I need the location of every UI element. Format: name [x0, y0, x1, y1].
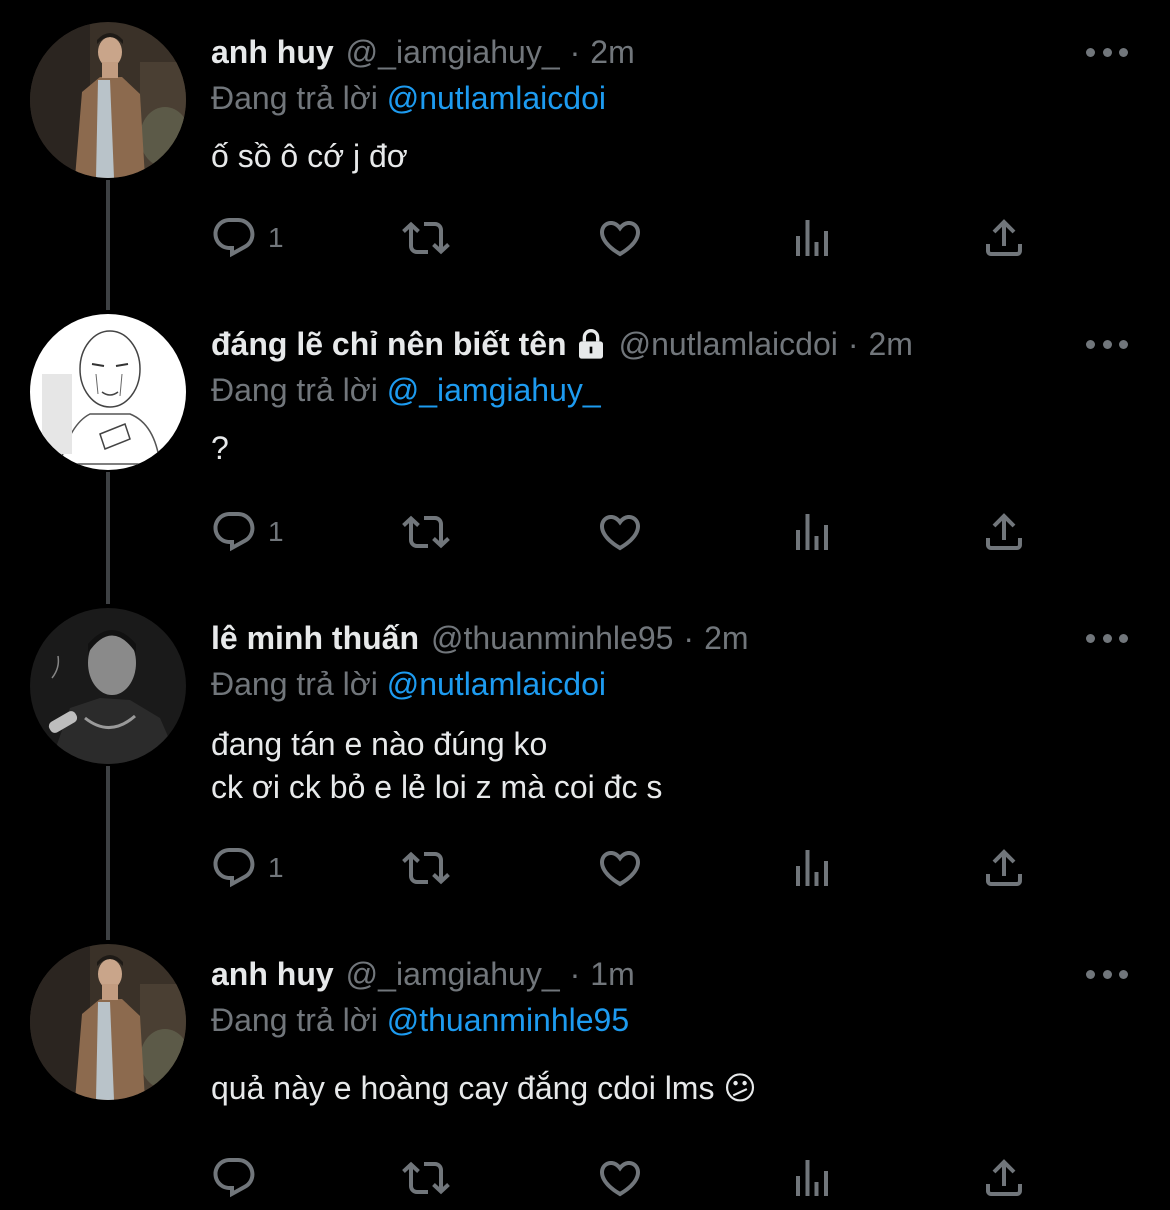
share-icon: [980, 214, 1028, 262]
like-button[interactable]: [596, 1150, 644, 1206]
more-icon[interactable]: [1086, 962, 1128, 986]
action-bar: [210, 1150, 1040, 1206]
views-icon: [788, 844, 836, 892]
views-icon: [788, 214, 836, 262]
share-button[interactable]: [980, 1150, 1028, 1206]
reply-count: 1: [268, 852, 284, 883]
views-button[interactable]: [788, 504, 836, 560]
action-bar: 1: [210, 210, 1040, 266]
action-bar: 1: [210, 504, 1040, 560]
share-icon: [980, 1154, 1028, 1202]
share-icon: [980, 508, 1028, 556]
reply-icon: [210, 508, 258, 556]
separator-dot: ·: [569, 34, 581, 70]
reply-icon: [210, 1154, 258, 1202]
mention-link[interactable]: @nutlamlaicdoi: [387, 666, 606, 702]
separator-dot: ·: [569, 956, 581, 992]
more-icon[interactable]: [1086, 332, 1128, 356]
views-icon: [788, 1154, 836, 1202]
share-button[interactable]: [980, 504, 1028, 560]
tweet[interactable]: đáng lẽ chỉ nên biết tên @nutlamlaicdoi …: [0, 314, 1170, 584]
retweet-button[interactable]: [402, 1150, 450, 1206]
replying-to-label: Đang trả lời: [211, 80, 378, 116]
reply-icon: [210, 844, 258, 892]
user-handle[interactable]: @nutlamlaicdoi: [619, 322, 838, 366]
more-icon[interactable]: [1086, 40, 1128, 64]
tweet-text: quả này e hoàng cay đắng cdoi lms 😕: [211, 1070, 757, 1106]
replying-to: Đang trả lời @nutlamlaicdoi: [211, 76, 606, 120]
tweet-text-line-2: ck ơi ck bỏ e lẻ loi z mà coi đc s: [211, 769, 663, 805]
tweet[interactable]: lê minh thuấn @thuanminhle95 · 2m Đang t…: [0, 608, 1170, 918]
display-name[interactable]: đáng lẽ chỉ nên biết tên: [211, 322, 567, 366]
tweet[interactable]: anh huy @_iamgiahuy_ · 2m Đang trả lời @…: [0, 22, 1170, 292]
tweet[interactable]: anh huy @_iamgiahuy_ · 1m Đang trả lời @…: [0, 944, 1170, 1210]
lock-icon: [578, 329, 603, 359]
reply-button[interactable]: 1: [210, 504, 284, 560]
reply-button[interactable]: [210, 1150, 258, 1206]
timestamp[interactable]: 2m: [590, 30, 634, 74]
retweet-button[interactable]: [402, 210, 450, 266]
reply-button[interactable]: 1: [210, 210, 284, 266]
like-icon: [596, 214, 644, 262]
separator-dot: ·: [847, 326, 859, 362]
mention-link[interactable]: @_iamgiahuy_: [387, 372, 601, 408]
share-icon: [980, 844, 1028, 892]
like-icon: [596, 844, 644, 892]
separator-dot: ·: [683, 620, 695, 656]
timestamp[interactable]: 1m: [590, 952, 634, 996]
retweet-icon: [402, 1154, 450, 1202]
views-button[interactable]: [788, 210, 836, 266]
replying-to-label: Đang trả lời: [211, 1002, 378, 1038]
display-name[interactable]: anh huy: [211, 30, 334, 74]
reply-count: 1: [268, 222, 284, 253]
retweet-icon: [402, 508, 450, 556]
replying-to: Đang trả lời @nutlamlaicdoi: [211, 662, 606, 706]
retweet-icon: [402, 214, 450, 262]
replying-to-label: Đang trả lời: [211, 372, 378, 408]
share-button[interactable]: [980, 210, 1028, 266]
replying-to: Đang trả lời @thuanminhle95: [211, 998, 629, 1042]
avatar[interactable]: [30, 314, 186, 470]
timestamp[interactable]: 2m: [704, 616, 748, 660]
like-icon: [596, 1154, 644, 1202]
mention-link[interactable]: @nutlamlaicdoi: [387, 80, 606, 116]
retweet-button[interactable]: [402, 840, 450, 896]
display-name[interactable]: anh huy: [211, 952, 334, 996]
tweet-text-line-1: đang tán e nào đúng ko: [211, 726, 548, 762]
views-button[interactable]: [788, 840, 836, 896]
tweet-text: ?: [211, 430, 229, 466]
like-button[interactable]: [596, 504, 644, 560]
retweet-icon: [402, 844, 450, 892]
action-bar: 1: [210, 840, 1040, 896]
display-name[interactable]: lê minh thuấn: [211, 616, 419, 660]
replying-to: Đang trả lời @_iamgiahuy_: [211, 368, 601, 412]
user-handle[interactable]: @_iamgiahuy_: [346, 952, 560, 996]
reply-icon: [210, 214, 258, 262]
replying-to-label: Đang trả lời: [211, 666, 378, 702]
share-button[interactable]: [980, 840, 1028, 896]
tweet-text: ố sồ ô cớ j đơ: [211, 138, 408, 174]
more-icon[interactable]: [1086, 626, 1128, 650]
reply-count: 1: [268, 516, 284, 547]
retweet-button[interactable]: [402, 504, 450, 560]
avatar[interactable]: [30, 22, 186, 178]
views-button[interactable]: [788, 1150, 836, 1206]
reply-button[interactable]: 1: [210, 840, 284, 896]
views-icon: [788, 508, 836, 556]
user-handle[interactable]: @_iamgiahuy_: [346, 30, 560, 74]
avatar[interactable]: [30, 944, 186, 1100]
like-button[interactable]: [596, 210, 644, 266]
user-handle[interactable]: @thuanminhle95: [431, 616, 673, 660]
mention-link[interactable]: @thuanminhle95: [387, 1002, 629, 1038]
avatar[interactable]: [30, 608, 186, 764]
like-icon: [596, 508, 644, 556]
like-button[interactable]: [596, 840, 644, 896]
timestamp[interactable]: 2m: [869, 322, 913, 366]
